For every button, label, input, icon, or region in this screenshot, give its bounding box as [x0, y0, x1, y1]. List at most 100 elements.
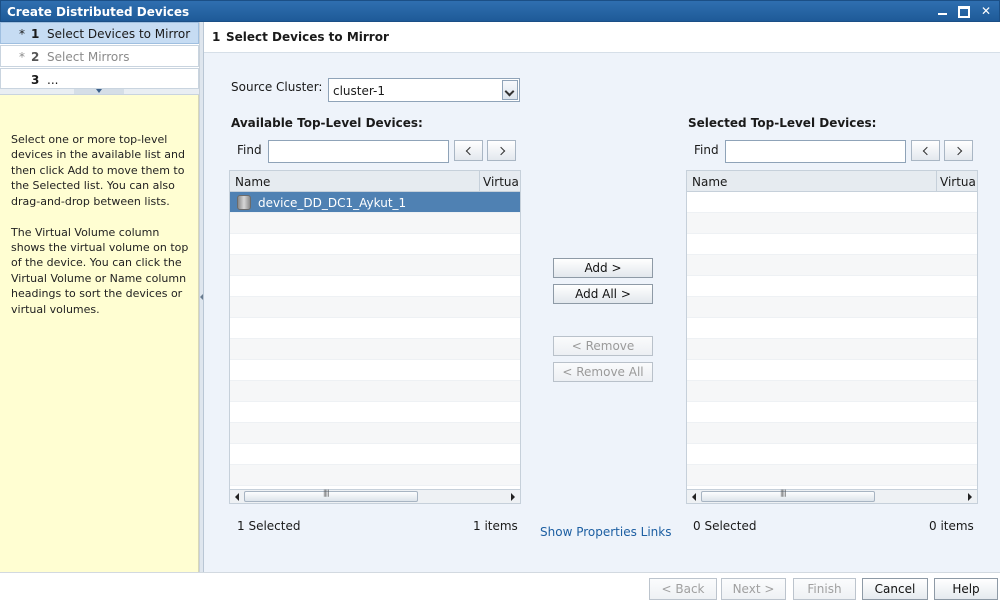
table-row[interactable] — [687, 423, 977, 444]
maximize-icon[interactable] — [957, 4, 971, 18]
back-button[interactable]: < Back — [649, 578, 717, 600]
column-divider[interactable] — [479, 171, 480, 192]
available-devices-title: Available Top-Level Devices: — [231, 116, 423, 130]
table-row[interactable] — [687, 213, 977, 234]
table-row[interactable] — [687, 255, 977, 276]
scroll-left-icon[interactable] — [231, 491, 244, 502]
table-row[interactable] — [687, 276, 977, 297]
horizontal-scrollbar[interactable] — [687, 489, 977, 503]
name-column-header[interactable]: Name — [235, 175, 270, 189]
step-number: 2 — [31, 50, 40, 64]
table-row[interactable] — [687, 381, 977, 402]
selected-find-input[interactable] — [725, 140, 906, 163]
wizard-footer: < Back Next > Finish Cancel Help — [0, 572, 1000, 602]
table-row[interactable] — [230, 276, 520, 297]
column-divider[interactable] — [936, 171, 937, 192]
virtual-column-header[interactable]: Virtual — [940, 175, 977, 189]
window-titlebar: Create Distributed Devices ✕ — [0, 0, 1000, 22]
selected-items-count: 0 items — [929, 519, 974, 533]
wizard-steps-pane: * 1 Select Devices to Mirror * 2 Select … — [0, 22, 199, 572]
close-icon[interactable]: ✕ — [979, 4, 993, 18]
table-row[interactable] — [230, 255, 520, 276]
step-number: 3 — [31, 73, 40, 87]
show-properties-link[interactable]: Show Properties Links — [540, 525, 671, 539]
available-find-label: Find — [237, 143, 262, 157]
table-row[interactable] — [687, 192, 977, 213]
table-row[interactable] — [230, 213, 520, 234]
required-marker: * — [19, 50, 25, 64]
step-more[interactable]: 3 ... — [0, 68, 199, 89]
remove-all-button[interactable]: < Remove All — [553, 362, 653, 382]
page-title: Select Devices to Mirror — [226, 30, 389, 44]
help-button[interactable]: Help — [934, 578, 998, 600]
cancel-button[interactable]: Cancel — [862, 578, 928, 600]
table-row[interactable] — [230, 360, 520, 381]
chevron-down-icon[interactable] — [96, 89, 102, 93]
table-row[interactable] — [687, 444, 977, 465]
virtual-column-header[interactable]: Virtual — [483, 175, 520, 189]
step-label: Select Devices to Mirror — [47, 27, 191, 41]
page-step-number: 1 — [212, 30, 221, 44]
table-row[interactable] — [230, 423, 520, 444]
table-header: Name Virtual — [230, 171, 520, 192]
scroll-left-icon[interactable] — [688, 491, 701, 502]
required-marker: * — [19, 27, 25, 41]
device-icon — [237, 195, 251, 210]
available-find-input[interactable] — [268, 140, 449, 163]
finish-button[interactable]: Finish — [793, 578, 856, 600]
table-body: device_DD_DC1_Aykut_1 — [230, 192, 520, 486]
source-cluster-select[interactable]: cluster-1 — [328, 78, 520, 102]
scroll-right-icon[interactable] — [963, 491, 976, 502]
step-number: 1 — [31, 27, 40, 41]
scroll-thumb[interactable] — [701, 489, 875, 502]
add-all-button[interactable]: Add All > — [553, 284, 653, 304]
table-row[interactable] — [687, 360, 977, 381]
remove-button[interactable]: < Remove — [553, 336, 653, 356]
help-text-1: Select one or more top-level devices in … — [11, 133, 185, 208]
table-row[interactable] — [230, 381, 520, 402]
selected-find-next-button[interactable] — [944, 140, 973, 161]
scroll-thumb[interactable] — [244, 489, 418, 502]
table-row[interactable] — [230, 444, 520, 465]
horizontal-scrollbar[interactable] — [230, 489, 520, 503]
table-row[interactable] — [687, 465, 977, 486]
table-row[interactable] — [687, 297, 977, 318]
available-find-next-button[interactable] — [487, 140, 516, 161]
step-select-mirrors[interactable]: * 2 Select Mirrors — [0, 45, 199, 67]
table-row[interactable]: device_DD_DC1_Aykut_1 — [230, 192, 520, 213]
table-row[interactable] — [687, 234, 977, 255]
collapse-left-icon[interactable] — [200, 294, 203, 300]
source-cluster-label: Source Cluster: — [231, 80, 323, 94]
table-body — [687, 192, 977, 486]
selected-selected-count: 0 Selected — [693, 519, 757, 533]
window-controls: ✕ — [935, 4, 993, 18]
name-column-header[interactable]: Name — [692, 175, 727, 189]
scroll-right-icon[interactable] — [506, 491, 519, 502]
next-button[interactable]: Next > — [721, 578, 786, 600]
selected-devices-table: Name Virtual — [686, 170, 978, 504]
table-row[interactable] — [230, 318, 520, 339]
table-row[interactable] — [230, 402, 520, 423]
step-label: ... — [47, 73, 59, 87]
step-select-devices[interactable]: * 1 Select Devices to Mirror — [0, 22, 199, 44]
table-row[interactable] — [230, 465, 520, 486]
main-pane: 1 Select Devices to Mirror Source Cluste… — [204, 22, 1000, 572]
chevron-down-icon[interactable] — [502, 80, 518, 100]
page-header: 1 Select Devices to Mirror — [204, 22, 1000, 53]
source-cluster-value: cluster-1 — [333, 84, 386, 98]
selected-find-label: Find — [694, 143, 719, 157]
table-row[interactable] — [687, 402, 977, 423]
available-items-count: 1 items — [473, 519, 518, 533]
minimize-icon[interactable] — [935, 4, 949, 18]
table-row[interactable] — [230, 297, 520, 318]
help-panel: Select one or more top-level devices in … — [0, 95, 199, 572]
step-label: Select Mirrors — [47, 50, 130, 64]
table-row[interactable] — [230, 339, 520, 360]
table-row[interactable] — [687, 318, 977, 339]
table-row[interactable] — [230, 234, 520, 255]
available-find-prev-button[interactable] — [454, 140, 483, 161]
selected-find-prev-button[interactable] — [911, 140, 940, 161]
table-row[interactable] — [687, 339, 977, 360]
window-title: Create Distributed Devices — [7, 5, 190, 19]
add-button[interactable]: Add > — [553, 258, 653, 278]
